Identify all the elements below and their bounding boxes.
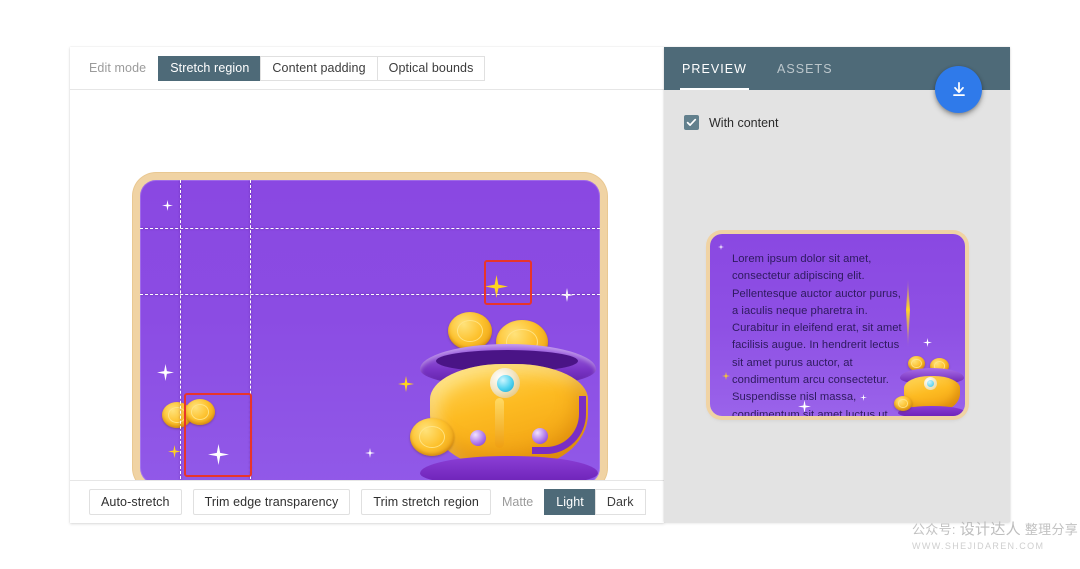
sparkle-icon	[168, 445, 181, 458]
sparkle-icon	[398, 376, 414, 392]
watermark-prefix: 公众号:	[912, 522, 960, 537]
preview-nine-patch-render: Lorem ipsum dolor sit amet, consectetur …	[710, 234, 965, 416]
matte-dark-button[interactable]: Dark	[594, 489, 646, 515]
sparkle-icon	[365, 448, 375, 458]
download-button[interactable]	[935, 66, 982, 113]
sparkle-icon	[162, 200, 173, 211]
tab-content-padding[interactable]: Content padding	[260, 55, 377, 81]
watermark: 公众号: 设计达人 整理分享 WWW.SHEJIDAREN.COM	[912, 518, 1078, 551]
with-content-checkbox-row[interactable]: With content	[684, 115, 778, 130]
trim-edge-transparency-button[interactable]: Trim edge transparency	[192, 489, 351, 515]
canvas-bottom-toolbar: Auto-stretch Trim edge transparency Trim…	[70, 480, 664, 523]
app-root: Edit mode Stretch region Content padding…	[0, 0, 1080, 569]
download-icon	[952, 81, 965, 96]
matte-control-group: Matte Light Dark	[502, 489, 646, 515]
stretch-selection-box-lower-left[interactable]	[184, 393, 252, 477]
matte-light-button[interactable]: Light	[544, 489, 595, 515]
gem-icon	[497, 375, 514, 392]
preview-panel-body: With content Lorem ipsum dolor sit amet,…	[664, 90, 1010, 522]
sparkle-icon	[722, 372, 730, 380]
sparkle-icon	[157, 364, 174, 381]
edit-mode-tab-group: Stretch region Content padding Optical b…	[158, 55, 486, 81]
treasure-bag-illustration	[410, 310, 600, 480]
watermark-line-2: WWW.SHEJIDAREN.COM	[912, 541, 1045, 551]
edit-mode-label: Edit mode	[89, 61, 147, 75]
nine-patch-canvas[interactable]	[70, 90, 664, 480]
trim-stretch-region-button[interactable]: Trim stretch region	[361, 489, 491, 515]
gem-icon	[927, 380, 934, 387]
stretch-selection-box-upper-right[interactable]	[484, 260, 532, 305]
nine-patch-image-wrapper[interactable]	[134, 174, 606, 480]
auto-stretch-button[interactable]: Auto-stretch	[89, 489, 182, 515]
matte-toggle-group: Light Dark	[544, 489, 646, 515]
tab-assets[interactable]: ASSETS	[777, 47, 833, 90]
stretch-guide-horizontal-top[interactable]	[140, 228, 600, 229]
tab-optical-bounds[interactable]: Optical bounds	[376, 55, 486, 81]
edit-mode-toolbar: Edit mode Stretch region Content padding…	[70, 47, 664, 90]
sparkle-icon	[923, 338, 932, 347]
watermark-suffix: 整理分享	[1020, 522, 1079, 537]
tab-preview[interactable]: PREVIEW	[680, 47, 749, 90]
matte-label: Matte	[501, 495, 534, 509]
nine-patch-editor-panel: Edit mode Stretch region Content padding…	[70, 47, 664, 523]
watermark-line-1: 公众号: 设计达人 整理分享	[912, 518, 1078, 539]
sparkle-icon	[718, 244, 724, 250]
sparkle-icon	[560, 288, 574, 302]
watermark-brand: 设计达人	[959, 521, 1021, 538]
preview-lorem-text: Lorem ipsum dolor sit amet, consectetur …	[732, 253, 902, 416]
with-content-label: With content	[709, 115, 779, 130]
tab-stretch-region[interactable]: Stretch region	[158, 55, 261, 81]
checkbox-checked-icon[interactable]	[684, 115, 699, 130]
preview-panel: PREVIEW ASSETS With content Lorem ipsum …	[664, 47, 1010, 522]
stretch-guide-vertical-left[interactable]	[180, 180, 181, 480]
